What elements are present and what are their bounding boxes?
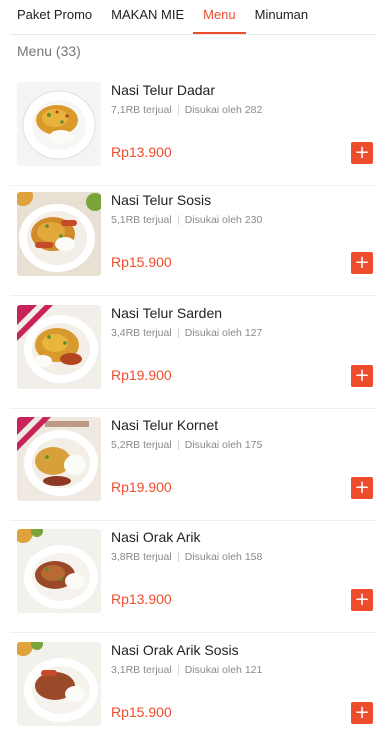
sold-count: 5,2RB terjual [111, 439, 172, 451]
item-name: Nasi Orak Arik [111, 529, 201, 545]
item-stats: 5,2RB terjual Disukai oleh 175 [111, 439, 262, 451]
like-count: Disukai oleh 282 [184, 104, 263, 116]
tab-paket-promo[interactable]: Paket Promo [17, 0, 92, 34]
item-stats: 7,1RB terjual Disukai oleh 282 [111, 104, 262, 116]
food-image[interactable] [17, 82, 101, 166]
item-name: Nasi Telur Dadar [111, 82, 216, 98]
plus-icon: + [354, 702, 370, 723]
add-to-cart-button[interactable]: + [351, 142, 373, 164]
stats-separator [177, 215, 179, 225]
item-divider [10, 295, 376, 296]
item-stats: 5,1RB terjual Disukai oleh 230 [111, 214, 262, 226]
tab-menu[interactable]: Menu [193, 0, 246, 34]
like-count: Disukai oleh 175 [184, 439, 263, 451]
menu-item[interactable]: Nasi Telur Sarden 3,4RB terjual Disukai … [0, 305, 376, 417]
like-count: Disukai oleh 127 [184, 327, 263, 339]
sold-count: 3,8RB terjual [111, 551, 172, 563]
sold-count: 3,1RB terjual [111, 664, 172, 676]
add-to-cart-button[interactable]: + [351, 365, 373, 387]
item-price: Rp13.900 [111, 144, 172, 160]
item-name: Nasi Orak Arik Sosis [111, 642, 239, 658]
item-stats: 3,4RB terjual Disukai oleh 127 [111, 327, 262, 339]
section-title: Menu (33) [17, 43, 81, 59]
add-to-cart-button[interactable]: + [351, 589, 373, 611]
menu-item[interactable]: Nasi Telur Sosis 5,1RB terjual Disukai o… [0, 192, 376, 304]
plus-icon: + [354, 142, 370, 163]
tab-makan-mie[interactable]: MAKAN MIE [111, 0, 184, 34]
sold-count: 7,1RB terjual [111, 104, 172, 116]
sold-count: 5,1RB terjual [111, 214, 172, 226]
menu-item[interactable]: Nasi Telur Kornet 5,2RB terjual Disukai … [0, 417, 376, 529]
food-image[interactable] [17, 305, 101, 389]
stats-separator [177, 552, 179, 562]
plus-icon: + [354, 589, 370, 610]
item-name: Nasi Telur Sarden [111, 305, 223, 321]
tabs-divider [10, 34, 376, 35]
stats-separator [177, 665, 179, 675]
stats-separator [177, 328, 179, 338]
like-count: Disukai oleh 158 [184, 551, 263, 563]
stats-separator [177, 440, 179, 450]
food-image[interactable] [17, 529, 101, 613]
like-count: Disukai oleh 121 [184, 664, 263, 676]
item-price: Rp15.900 [111, 704, 172, 720]
item-divider [10, 185, 376, 186]
menu-item[interactable]: Nasi Orak Arik 3,8RB terjual Disukai ole… [0, 529, 376, 641]
item-price: Rp19.900 [111, 367, 172, 383]
item-price: Rp13.900 [111, 591, 172, 607]
item-divider [10, 408, 376, 409]
item-name: Nasi Telur Sosis [111, 192, 212, 208]
food-image[interactable] [17, 642, 101, 726]
item-name: Nasi Telur Kornet [111, 417, 219, 433]
add-to-cart-button[interactable]: + [351, 477, 373, 499]
item-divider [10, 632, 376, 633]
item-stats: 3,1RB terjual Disukai oleh 121 [111, 664, 262, 676]
add-to-cart-button[interactable]: + [351, 252, 373, 274]
menu-item[interactable]: Nasi Telur Dadar 7,1RB terjual Disukai o… [0, 82, 376, 194]
plus-icon: + [354, 365, 370, 386]
plus-icon: + [354, 252, 370, 273]
menu-item[interactable]: Nasi Orak Arik Sosis 3,1RB terjual Disuk… [0, 642, 376, 754]
food-image[interactable] [17, 192, 101, 276]
item-stats: 3,8RB terjual Disukai oleh 158 [111, 551, 262, 563]
like-count: Disukai oleh 230 [184, 214, 263, 226]
stats-separator [177, 105, 179, 115]
item-price: Rp15.900 [111, 254, 172, 270]
category-tabs: Paket Promo MAKAN MIE Menu Minuman [0, 0, 376, 34]
plus-icon: + [354, 477, 370, 498]
tab-minuman[interactable]: Minuman [255, 0, 308, 34]
sold-count: 3,4RB terjual [111, 327, 172, 339]
item-divider [10, 520, 376, 521]
item-price: Rp19.900 [111, 479, 172, 495]
food-image[interactable] [17, 417, 101, 501]
